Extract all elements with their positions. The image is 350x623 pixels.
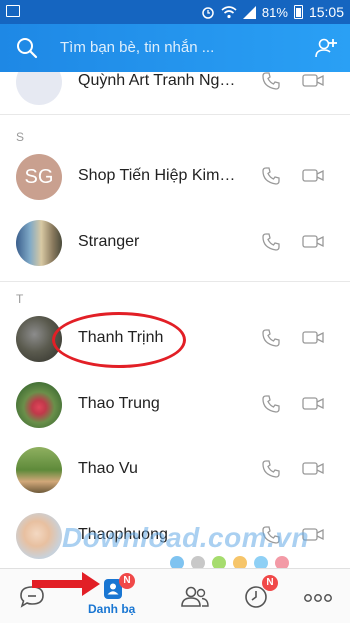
contact-row[interactable]: Thao Trung <box>0 375 350 437</box>
phone-icon[interactable] <box>262 395 280 413</box>
video-call-icon[interactable] <box>302 461 324 476</box>
nav-groups[interactable] <box>170 569 220 623</box>
group-icon <box>181 586 209 607</box>
video-call-icon[interactable] <box>302 330 324 345</box>
avatar <box>16 220 62 266</box>
nav-more[interactable] <box>296 569 346 623</box>
contact-row[interactable]: Thao Vu <box>0 440 350 502</box>
watermark-text: Download.com.vn <box>62 522 310 553</box>
nav-messages[interactable] <box>0 569 64 623</box>
signal-icon <box>242 5 256 19</box>
nav-contacts-label: Danh bạ <box>88 602 136 616</box>
contact-row[interactable]: Stranger <box>0 213 350 275</box>
avatar: SG <box>16 154 62 200</box>
divider <box>0 281 350 282</box>
search-header: Tìm bạn bè, tin nhắn ... <box>0 24 350 72</box>
alarm-icon <box>202 7 214 19</box>
phone-icon[interactable] <box>262 329 280 347</box>
contact-name: Quỳnh Art Tranh Ngọc Đá Quý <box>78 72 238 89</box>
contact-name: Thao Trung <box>78 395 160 412</box>
contact-list[interactable]: Quỳnh Art Tranh Ngọc Đá Quý S SG Shop Ti… <box>0 72 350 568</box>
search-icon[interactable] <box>16 37 38 59</box>
annotation-arrow <box>32 580 84 588</box>
bottom-nav: N Danh bạ N <box>0 568 350 623</box>
video-call-icon[interactable] <box>302 73 324 88</box>
contact-name: Thao Vu <box>78 460 138 477</box>
contact-name: Shop Tiến Hiệp Kim Khí Điện Máy <box>78 167 238 184</box>
contact-row[interactable]: SG Shop Tiến Hiệp Kim Khí Điện Máy <box>0 147 350 209</box>
avatar <box>16 447 62 493</box>
annotation-arrow-head <box>82 572 100 596</box>
section-header-t: T <box>16 292 24 306</box>
chat-icon <box>20 586 44 608</box>
phone-icon[interactable] <box>262 233 280 251</box>
add-friend-icon[interactable] <box>314 36 338 60</box>
annotation-highlight-circle <box>52 312 186 368</box>
divider <box>0 114 350 115</box>
battery-icon <box>293 5 303 19</box>
avatar <box>16 382 62 428</box>
video-call-icon[interactable] <box>302 234 324 249</box>
search-input[interactable]: Tìm bạn bè, tin nhắn ... <box>60 39 270 56</box>
wifi-icon <box>221 5 237 18</box>
section-header-s: S <box>16 130 25 144</box>
contacts-badge: N <box>119 573 135 589</box>
status-icons: 81% 15:05 <box>201 0 344 24</box>
timeline-badge: N <box>262 575 278 591</box>
status-bar: 81% 15:05 <box>0 0 350 24</box>
clock-time: 15:05 <box>308 4 344 20</box>
phone-icon[interactable] <box>262 460 280 478</box>
avatar <box>16 513 62 559</box>
battery-percent: 81% <box>261 4 288 20</box>
gallery-icon <box>6 5 20 17</box>
contact-name: Stranger <box>78 233 140 250</box>
phone-icon[interactable] <box>262 72 280 90</box>
video-call-icon[interactable] <box>302 168 324 183</box>
nav-timeline[interactable]: N <box>236 569 286 623</box>
video-call-icon[interactable] <box>302 396 324 411</box>
phone-icon[interactable] <box>262 167 280 185</box>
contact-row[interactable]: Quỳnh Art Tranh Ngọc Đá Quý <box>0 72 350 114</box>
more-icon <box>304 594 332 602</box>
avatar <box>16 72 62 105</box>
